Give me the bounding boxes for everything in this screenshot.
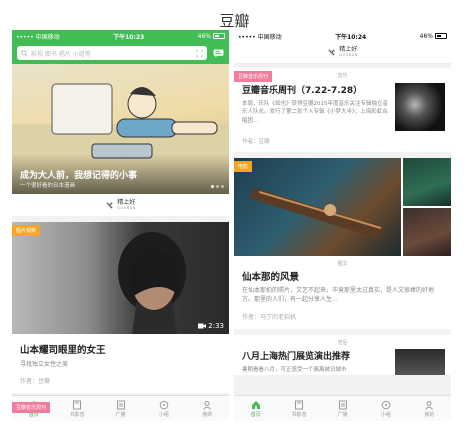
- carrier-label: ••••• 中国移动: [238, 33, 282, 41]
- card-tag: 豆瓣音乐周刊: [12, 402, 51, 413]
- tab-label: 小组: [380, 411, 391, 418]
- tab-home[interactable]: 首页: [234, 396, 277, 421]
- tab-label: 广播: [337, 411, 348, 418]
- group-icon: [381, 400, 391, 409]
- logo-icon: [106, 201, 113, 209]
- search-bar: 影视 图书 唱片 小组等: [12, 42, 229, 64]
- book-icon: [73, 400, 82, 409]
- card-tag: 电影: [234, 161, 253, 172]
- profile-icon: [425, 400, 434, 410]
- scan-icon[interactable]: [196, 49, 203, 57]
- battery-percent: 46%: [419, 32, 433, 40]
- tab-groups[interactable]: 小组: [364, 396, 407, 421]
- video-icon: [198, 323, 207, 329]
- video-card[interactable]: 图片视频 2:33 山本耀司眼里的女王 寻找独立女性之美 作者：豆瓣: [12, 222, 229, 393]
- portrait-image: [118, 232, 186, 334]
- card-description: 本周，乐队《如也》获得豆瓣2015年度音乐关注专辑独立音乐人队长。发行了第二张个…: [242, 101, 388, 124]
- boat-photo: [249, 188, 386, 238]
- page-title: 豆瓣: [219, 12, 250, 30]
- search-input[interactable]: 影视 图书 唱片 小组等: [17, 46, 207, 60]
- photo-side-top[interactable]: [403, 158, 451, 206]
- home-icon: [251, 400, 260, 409]
- hero-title: 成为大人前，我想记得的小事: [20, 171, 138, 181]
- card-thumbnail[interactable]: [395, 83, 445, 131]
- photo-side-bottom[interactable]: [403, 208, 451, 256]
- carrier-label: ••••• 中国移动: [16, 33, 60, 41]
- tab-label: 书影音: [291, 411, 307, 418]
- profile-icon: [203, 400, 212, 410]
- card-tag: 豆瓣音乐周刊: [234, 71, 273, 82]
- card-title[interactable]: 山本耀司眼里的女王: [12, 334, 229, 359]
- tab-broadcast[interactable]: 广播: [321, 396, 364, 421]
- tab-label: 小组: [158, 411, 169, 418]
- tab-books-movies-music[interactable]: 书影音: [277, 396, 320, 421]
- video-thumbnail[interactable]: 2:33: [12, 222, 229, 334]
- card-description: 在仙本那拍的照片，文艺不起来，毕竟那里太过真实，是人文很棒的好地方。那里的人们，…: [242, 287, 435, 303]
- tab-label: 书影音: [69, 411, 85, 418]
- photo-main[interactable]: [234, 158, 401, 256]
- phone-screen-home: ••••• 中国移动 下午10:23 46% 影视 图书 唱片 小组等 成为大人…: [12, 30, 229, 421]
- tab-label: 我的: [424, 411, 435, 418]
- logo-name: 精上好: [117, 198, 136, 206]
- battery-percent: 46%: [197, 32, 211, 40]
- card-description: 寻找独立女性之美: [20, 361, 69, 368]
- card-category: 览后: [337, 340, 348, 346]
- card-author: 作者：马丁的老招机: [242, 314, 297, 321]
- card-thumbnail[interactable]: [395, 349, 445, 375]
- music-card[interactable]: 豆瓣音乐周刊 音乐 豆瓣音乐周刊（7.22-7.28） 本周，乐队《如也》获得豆…: [234, 68, 451, 152]
- search-placeholder: 影视 图书 唱片 小组等: [31, 50, 91, 58]
- hot-card[interactable]: 览后 八月上海热门展览演出推荐 暑期看看八月，可正感受一个离离被日城市: [234, 335, 451, 375]
- group-icon: [159, 400, 169, 409]
- tab-broadcast[interactable]: 广播: [99, 396, 142, 421]
- phone-screen-feed: ••••• 中国移动 下午10:24 46% 精上好 DOUBAN 豆瓣音乐周刊…: [234, 30, 451, 421]
- book-icon: [295, 400, 304, 409]
- search-icon: [21, 49, 28, 57]
- logo-icon: [328, 49, 335, 56]
- photo-card[interactable]: 电影 图文 仙本那的风景 在仙本那拍的照片，文艺不起来，毕竟那里太过真实，是人文…: [234, 158, 451, 329]
- tab-label: 广播: [115, 411, 126, 418]
- logo-sub: DOUBAN: [339, 53, 358, 58]
- tab-groups[interactable]: 小组: [142, 396, 185, 421]
- time-label: 下午10:24: [335, 33, 367, 41]
- message-icon[interactable]: [213, 48, 224, 58]
- carousel-dots[interactable]: [211, 185, 224, 188]
- time-label: 下午10:23: [113, 33, 145, 41]
- card-description: 暑期看看八月，可正感受一个离离被日城市: [242, 367, 347, 373]
- hero-subtitle: 一个很好看的日本漫画: [20, 183, 76, 189]
- card-title[interactable]: 豆瓣音乐周刊（7.22-7.28）: [242, 83, 389, 96]
- duration-label: 2:33: [208, 322, 224, 330]
- video-duration: 2:33: [198, 322, 224, 330]
- card-title[interactable]: 仙本那的风景: [234, 267, 451, 286]
- broadcast-icon: [116, 400, 125, 409]
- brand-logo: 精上好 DOUBAN: [12, 194, 229, 216]
- broadcast-icon: [338, 400, 347, 409]
- card-author: 作者：豆瓣: [20, 378, 51, 385]
- status-bar: ••••• 中国移动 下午10:23 46%: [12, 30, 229, 42]
- logo-sub: DOUBAN: [117, 205, 136, 210]
- photo-grid[interactable]: [234, 158, 451, 256]
- tab-profile[interactable]: 我的: [408, 396, 451, 421]
- card-title[interactable]: 八月上海热门展览演出推荐: [242, 349, 389, 362]
- hero-banner[interactable]: 成为大人前，我想记得的小事 一个很好看的日本漫画: [12, 64, 229, 194]
- card-author: 作者：豆瓣: [242, 139, 270, 145]
- tab-bar: 首页 书影音 广播 小组 我的: [234, 395, 451, 421]
- battery-icon: [435, 33, 447, 39]
- card-tag: 图片视频: [12, 225, 41, 236]
- tab-label: 我的: [202, 411, 213, 418]
- tab-profile[interactable]: 我的: [186, 396, 229, 421]
- status-bar: ••••• 中国移动 下午10:24 46%: [234, 30, 451, 42]
- tab-label: 首页: [250, 411, 261, 418]
- battery-icon: [213, 33, 225, 39]
- card-category: 图文: [337, 261, 348, 267]
- brand-logo: 精上好 DOUBAN: [234, 42, 451, 64]
- tab-books-movies-music[interactable]: 书影音: [55, 396, 98, 421]
